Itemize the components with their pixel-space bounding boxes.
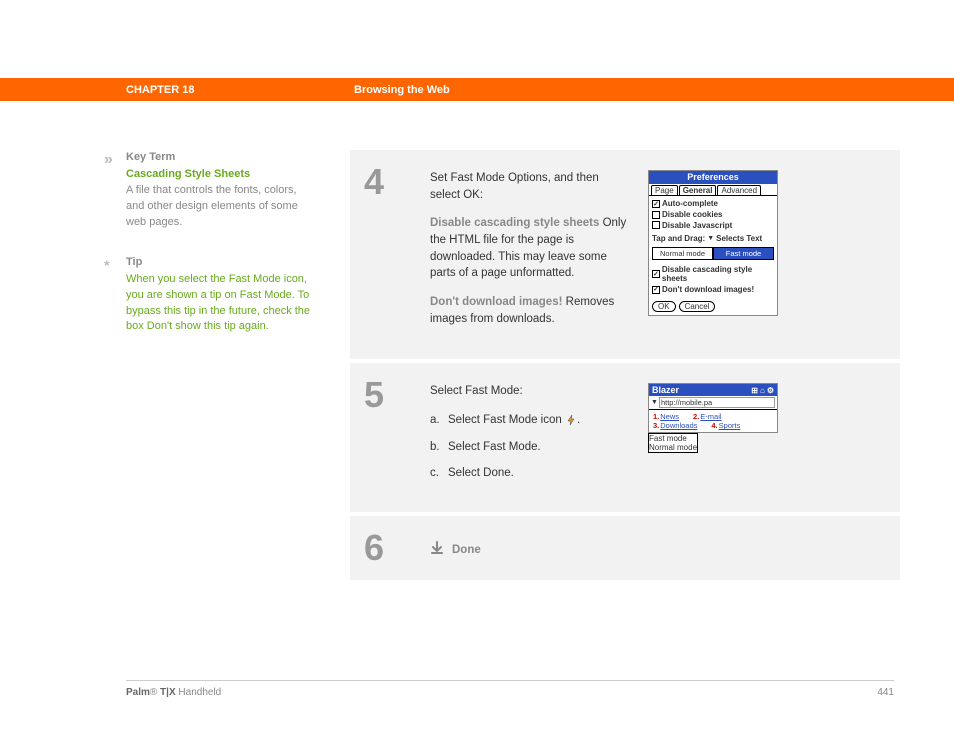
footer: Palm® T|X Handheld 441 — [126, 680, 894, 698]
footer-brand: Palm — [126, 687, 150, 698]
step-5-intro: Select Fast Mode: — [430, 383, 630, 400]
blazer-window: Blazer ⊞⌂⚙ ▼ http://mobile.pa 1.News2.E-… — [648, 383, 778, 433]
key-term-block: » Key Term Cascading Style Sheets A file… — [126, 150, 316, 231]
step-6: 6 Done — [350, 516, 900, 580]
fast-mode-icon — [565, 414, 577, 426]
checkbox-icon: ✓ — [652, 286, 660, 294]
page: CHAPTER 18 Browsing the Web » Key Term C… — [0, 0, 954, 738]
footer-product: Palm® T|X Handheld — [126, 687, 221, 698]
blazer-title: Blazer — [652, 385, 679, 395]
footer-page-number: 441 — [877, 687, 894, 698]
blazer-links: 1.News2.E-mail 3.Downloads4.Sports — [649, 410, 777, 432]
tapdrag-label: Tap and Drag: — [652, 234, 705, 244]
tab-page: Page — [651, 185, 678, 196]
step-4: 4 Set Fast Mode Options, and then select… — [350, 150, 900, 359]
opt-img: Don't download images! — [662, 285, 754, 295]
step-5-screenshot: Blazer ⊞⌂⚙ ▼ http://mobile.pa 1.News2.E-… — [630, 383, 888, 433]
opt-cookies: Disable cookies — [662, 210, 722, 220]
tab-advanced: Advanced — [717, 185, 761, 196]
dropdown-icon: ▼ — [651, 399, 658, 406]
preferences-dialog: Preferences Page General Advanced ✓Auto-… — [648, 170, 778, 316]
mode-normal: Normal mode — [652, 247, 713, 260]
preferences-tabs: Page General Advanced — [649, 184, 777, 197]
step-4-intro: Set Fast Mode Options, and then select O… — [430, 170, 630, 203]
key-term-label: Key Term — [126, 150, 316, 166]
menu-normal: Normal mode — [649, 443, 697, 452]
tip-marker-icon: * — [104, 255, 109, 275]
tapdrag-value: Selects Text — [716, 234, 762, 244]
done-label: Done — [452, 542, 481, 559]
tip-block: * Tip When you select the Fast Mode icon… — [126, 255, 316, 336]
blazer-url: http://mobile.pa — [659, 397, 775, 408]
key-term-body: A file that controls the fonts, colors, … — [126, 183, 316, 231]
main-steps: 4 Set Fast Mode Options, and then select… — [350, 150, 900, 584]
chapter-label: CHAPTER 18 — [126, 84, 354, 96]
tip-label: Tip — [126, 255, 316, 271]
footer-suffix: Handheld — [176, 687, 222, 698]
footer-model: T|X — [157, 687, 175, 698]
step-5-b: Select Fast Mode. — [448, 441, 541, 453]
step-5-number: 5 — [350, 363, 430, 512]
dropdown-icon: ▼ — [707, 235, 714, 243]
opt-autocomplete: Auto-complete — [662, 199, 718, 209]
checkbox-icon — [652, 211, 660, 219]
blazer-toolbar-icons: ⊞⌂⚙ — [749, 385, 774, 395]
key-term-term: Cascading Style Sheets — [126, 167, 316, 183]
step-4-opt2-title: Don't download images! — [430, 296, 562, 308]
menu-fast: Fast mode — [649, 434, 697, 443]
key-term-marker-icon: » — [104, 148, 113, 171]
tip-body: When you select the Fast Mode icon, you … — [126, 272, 316, 336]
step-4-number: 4 — [350, 150, 430, 359]
preferences-titlebar: Preferences — [649, 171, 777, 184]
tab-general: General — [679, 185, 717, 196]
step-5-c: Select Done. — [448, 467, 514, 479]
done-icon — [430, 540, 444, 560]
sidebar: » Key Term Cascading Style Sheets A file… — [126, 150, 316, 359]
link-downloads: Downloads — [660, 421, 697, 430]
mode-menu: Fast mode Normal mode — [648, 433, 698, 453]
step-5: 5 Select Fast Mode: a.Select Fast Mode i… — [350, 363, 900, 512]
link-sports: Sports — [719, 421, 741, 430]
step-4-opt1-title: Disable cascading style sheets — [430, 217, 599, 229]
header-bar: CHAPTER 18 Browsing the Web — [0, 78, 954, 101]
step-5-text: Select Fast Mode: a.Select Fast Mode ico… — [430, 383, 630, 492]
cancel-button: Cancel — [679, 301, 716, 313]
mode-fast: Fast mode — [713, 247, 774, 260]
link-email: E-mail — [700, 412, 721, 421]
step-4-screenshot: Preferences Page General Advanced ✓Auto-… — [630, 170, 888, 316]
checkbox-icon: ✓ — [652, 200, 660, 208]
chapter-title: Browsing the Web — [354, 84, 450, 96]
step-4-text: Set Fast Mode Options, and then select O… — [430, 170, 630, 339]
link-news: News — [660, 412, 679, 421]
step-5-a: Select Fast Mode icon — [448, 414, 565, 426]
checkbox-icon: ✓ — [652, 270, 660, 278]
ok-button: OK — [652, 301, 676, 313]
step-5-a-suffix: . — [577, 414, 580, 426]
opt-css: Disable cascading style sheets — [662, 265, 774, 284]
checkbox-icon — [652, 221, 660, 229]
opt-js: Disable Javascript — [662, 221, 732, 231]
step-6-number: 6 — [350, 516, 430, 580]
